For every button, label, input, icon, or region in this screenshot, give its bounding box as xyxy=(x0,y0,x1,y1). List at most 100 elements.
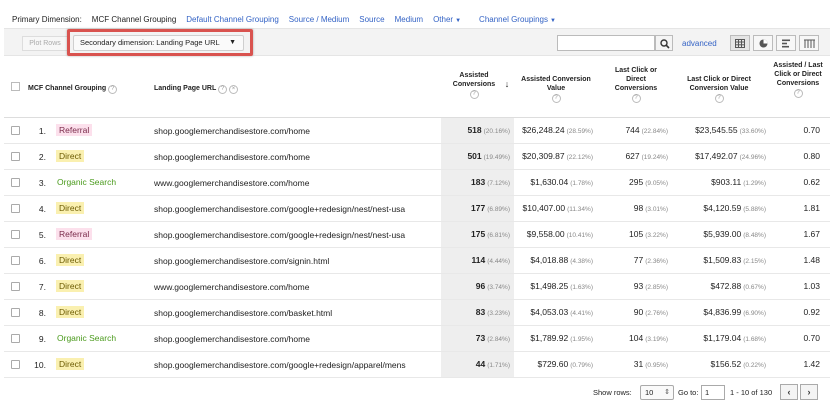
assisted-conversions-cell: 501 (19.49%) xyxy=(441,144,514,169)
page-range: 1 - 10 of 130 xyxy=(730,388,773,397)
next-page-button[interactable]: › xyxy=(800,384,818,400)
channel-link[interactable]: Referral xyxy=(56,228,93,240)
row-checkbox[interactable] xyxy=(11,334,20,343)
last-click-value-cell: $4,120.59 (5.88%) xyxy=(703,203,766,213)
advanced-filter-link[interactable]: advanced xyxy=(682,39,717,48)
header-last-click-conversion-value[interactable]: Last Click or Direct Conversion Value ? xyxy=(674,75,764,103)
dimension-medium[interactable]: Medium xyxy=(395,15,423,24)
last-click-value-cell: $1,509.83 (2.15%) xyxy=(703,255,766,265)
landing-page-url[interactable]: shop.googlemerchandisestore.com/home xyxy=(154,152,310,162)
pie-view-button[interactable] xyxy=(753,35,773,51)
assisted-conversions-cell: 96 (3.74%) xyxy=(441,274,514,299)
landing-page-url[interactable]: www.googlemerchandisestore.com/home xyxy=(154,282,309,292)
row-checkbox[interactable] xyxy=(11,256,20,265)
row-number: 9. xyxy=(38,334,46,344)
channel-link[interactable]: Organic Search xyxy=(56,332,119,344)
ratio-cell: 0.92 xyxy=(803,307,820,317)
table-view-button[interactable] xyxy=(730,35,750,51)
header-assisted-conversion-value[interactable]: Assisted Conversion Value ? xyxy=(516,75,596,103)
ratio-cell: 1.67 xyxy=(803,229,820,239)
secondary-dimension-dropdown[interactable]: Secondary dimension: Landing Page URL ▼ xyxy=(73,35,244,51)
dimension-channel-groupings-dropdown[interactable]: Channel Groupings ▼ xyxy=(479,15,556,24)
plot-rows-button[interactable]: Plot Rows xyxy=(22,36,68,51)
ratio-cell: 1.42 xyxy=(803,359,820,369)
channel-link[interactable]: Direct xyxy=(56,280,85,292)
row-number: 2. xyxy=(38,152,46,162)
performance-view-button[interactable] xyxy=(776,35,796,51)
goto-page-input[interactable]: 1 xyxy=(701,385,725,400)
table-search-input[interactable] xyxy=(557,35,655,51)
help-icon[interactable]: ? xyxy=(108,85,118,94)
landing-page-url[interactable]: www.googlemerchandisestore.com/home xyxy=(154,178,309,188)
landing-page-url[interactable]: shop.googlemerchandisestore.com/signin.h… xyxy=(154,256,329,266)
dimension-source[interactable]: Source xyxy=(359,15,384,24)
performance-view-icon xyxy=(781,39,790,47)
row-number: 10. xyxy=(34,360,46,370)
remove-dimension-icon[interactable]: × xyxy=(229,85,239,94)
help-icon[interactable]: ? xyxy=(793,89,803,98)
last-click-value-cell: $5,939.00 (8.48%) xyxy=(703,229,766,239)
pivot-view-icon xyxy=(803,39,815,48)
channel-link[interactable]: Direct xyxy=(56,150,85,162)
header-last-click-conversions[interactable]: Last Click or Direct Conversions ? xyxy=(608,66,664,103)
row-number: 3. xyxy=(38,178,46,188)
select-all-checkbox[interactable] xyxy=(11,82,20,91)
dimension-other-dropdown[interactable]: Other ▼ xyxy=(433,15,461,24)
last-click-cell: 627 (19.24%) xyxy=(625,151,668,161)
assisted-conversions-cell: 44 (1.71%) xyxy=(441,352,514,377)
assisted-value-cell: $26,248.24 (28.59%) xyxy=(522,125,593,135)
previous-page-button[interactable]: ‹ xyxy=(780,384,798,400)
row-checkbox[interactable] xyxy=(11,152,20,161)
show-rows-select[interactable]: 10 ⇕ xyxy=(640,385,674,400)
channel-link[interactable]: Direct xyxy=(56,202,85,214)
header-mcf-channel-grouping[interactable]: MCF Channel Grouping ? xyxy=(28,84,118,94)
assisted-value-cell: $1,789.92 (1.95%) xyxy=(530,333,593,343)
landing-page-url[interactable]: shop.googlemerchandisestore.com/google+r… xyxy=(154,360,406,370)
landing-page-url[interactable]: shop.googlemerchandisestore.com/home xyxy=(154,126,310,136)
help-icon[interactable]: ? xyxy=(218,85,228,94)
table-row: 10. Direct shop.googlemerchandisestore.com… xyxy=(4,352,830,378)
pivot-view-button[interactable] xyxy=(799,35,819,51)
dimension-default-channel-grouping[interactable]: Default Channel Grouping xyxy=(186,15,279,24)
primary-dimension-bar: Primary Dimension: MCF Channel Grouping … xyxy=(12,12,556,26)
row-checkbox[interactable] xyxy=(11,308,20,317)
landing-page-url[interactable]: shop.googlemerchandisestore.com/home xyxy=(154,334,310,344)
goto-label: Go to: xyxy=(678,388,699,397)
search-icon xyxy=(660,39,670,49)
row-checkbox[interactable] xyxy=(11,126,20,135)
row-checkbox[interactable] xyxy=(11,230,20,239)
help-icon[interactable]: ? xyxy=(631,94,641,103)
landing-page-url[interactable]: shop.googlemerchandisestore.com/google+r… xyxy=(154,230,405,240)
header-landing-page-url[interactable]: Landing Page URL ? × xyxy=(154,84,239,94)
table-row: 9. Organic Search shop.googlemerchandisest… xyxy=(4,326,830,352)
row-number: 8. xyxy=(38,308,46,318)
row-checkbox[interactable] xyxy=(11,178,20,187)
help-icon[interactable]: ? xyxy=(714,94,724,103)
search-button[interactable] xyxy=(655,35,673,51)
channel-link[interactable]: Direct xyxy=(56,306,85,318)
assisted-value-cell: $1,630.04 (1.78%) xyxy=(530,177,593,187)
channel-link[interactable]: Organic Search xyxy=(56,176,119,188)
assisted-conversions-cell: 175 (6.81%) xyxy=(441,222,514,247)
row-checkbox[interactable] xyxy=(11,282,20,291)
row-checkbox[interactable] xyxy=(11,360,20,369)
dimension-source-medium[interactable]: Source / Medium xyxy=(289,15,349,24)
channel-link[interactable]: Referral xyxy=(56,124,93,136)
channel-link[interactable]: Direct xyxy=(56,358,85,370)
assisted-conversions-cell: 183 (7.12%) xyxy=(441,170,514,195)
table-row: 7. Direct www.googlemerchandisestore.com/h… xyxy=(4,274,830,300)
row-checkbox[interactable] xyxy=(11,204,20,213)
dimension-mcf-channel-grouping[interactable]: MCF Channel Grouping xyxy=(92,15,176,24)
header-assisted-last-click-ratio[interactable]: Assisted / Last Click or Direct Conversi… xyxy=(770,61,826,98)
table-row: 4. Direct shop.googlemerchandisestore.com/… xyxy=(4,196,830,222)
landing-page-url[interactable]: shop.googlemerchandisestore.com/google+r… xyxy=(154,204,405,214)
sort-descending-icon[interactable]: ↓ xyxy=(501,80,513,89)
assisted-conversions-cell: 73 (2.84%) xyxy=(441,326,514,351)
last-click-value-cell: $1,179.04 (1.68%) xyxy=(703,333,766,343)
help-icon[interactable]: ? xyxy=(551,94,561,103)
landing-page-url[interactable]: shop.googlemerchandisestore.com/basket.h… xyxy=(154,308,332,318)
channel-link[interactable]: Direct xyxy=(56,254,85,266)
help-icon[interactable]: ? xyxy=(469,90,479,99)
header-assisted-conversions[interactable]: Assisted Conversions ? xyxy=(448,71,500,99)
last-click-value-cell: $17,492.07 (24.96%) xyxy=(695,151,766,161)
